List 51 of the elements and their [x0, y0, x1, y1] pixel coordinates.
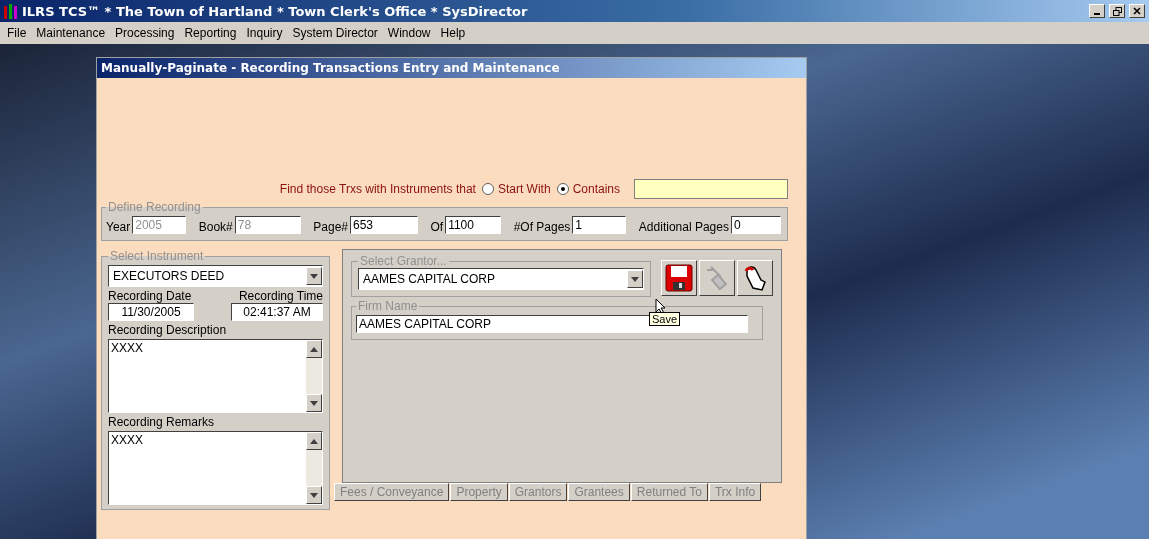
down-arrow-icon [310, 273, 318, 279]
close-button[interactable] [1129, 4, 1145, 18]
field-label: Page# [313, 220, 348, 234]
restore-icon [1112, 6, 1122, 16]
search-field[interactable] [634, 179, 788, 199]
tooltip: Save [649, 312, 681, 326]
down-arrow-icon [631, 276, 639, 282]
dropdown-button[interactable] [627, 270, 643, 288]
mouse-pointer-icon [655, 298, 666, 315]
field-label: Additional Pages [638, 220, 729, 234]
menu-item[interactable]: Reporting [179, 26, 242, 40]
close-icon [1133, 7, 1141, 15]
restore-button[interactable] [1109, 4, 1125, 18]
field-label: #Of Pages [513, 220, 571, 234]
menu-item[interactable]: Processing [110, 26, 180, 40]
date-field[interactable]: 11/30/2005 [108, 303, 194, 321]
input-field[interactable]: 0 [730, 216, 781, 234]
group-title: Select Grantor... [359, 254, 448, 268]
field-label: Recording Time [238, 289, 323, 303]
app-logo-icon [4, 3, 18, 19]
group-title: Select Instrument [109, 249, 205, 263]
menu-item[interactable]: Help [435, 26, 471, 40]
field-label: Year [106, 220, 131, 234]
field-label: Recording Description [108, 323, 228, 337]
menu-item[interactable]: Maintenance [31, 26, 111, 40]
search-label: Find those Trxs with Instruments that [279, 182, 476, 196]
save-button[interactable] [661, 260, 697, 296]
dropdown-button[interactable] [306, 267, 322, 285]
field-label: Recording Remarks [108, 415, 216, 429]
grantor-dropdown[interactable]: AAMES CAPITAL CORP [358, 268, 644, 290]
menu-item[interactable]: Window [382, 26, 436, 40]
minimize-button[interactable] [1089, 4, 1105, 18]
input-field[interactable]: 1 [572, 216, 627, 234]
tool-button[interactable] [699, 260, 735, 296]
menu-item[interactable]: File [2, 26, 32, 40]
field-label: Of [430, 220, 444, 234]
menu-item[interactable]: Inquiry [241, 26, 288, 40]
form-title: Manually-Paginate - Recording Transactions Entry and Maintenance [97, 58, 806, 78]
menu-item[interactable]: System Director [287, 26, 383, 40]
input-field[interactable]: 1100 [445, 216, 502, 234]
time-field[interactable]: 02:41:37 AM [231, 303, 323, 321]
group-title: Define Recording [107, 200, 202, 214]
group-title: Firm Name [357, 299, 419, 313]
tool-button[interactable] [737, 260, 773, 296]
field-label: Book# [198, 220, 233, 234]
radio-option[interactable]: Contains [556, 182, 620, 196]
instrument-dropdown[interactable]: EXECUTORS DEED [108, 265, 323, 287]
window-title: ILRS TCS™ * The Town of Hartland * Town Clerk's Office * SysDirector [22, 3, 529, 19]
field-label: Recording Date [108, 289, 192, 303]
radio-option[interactable]: Start With [481, 182, 551, 196]
input-field[interactable]: 653 [350, 216, 418, 234]
